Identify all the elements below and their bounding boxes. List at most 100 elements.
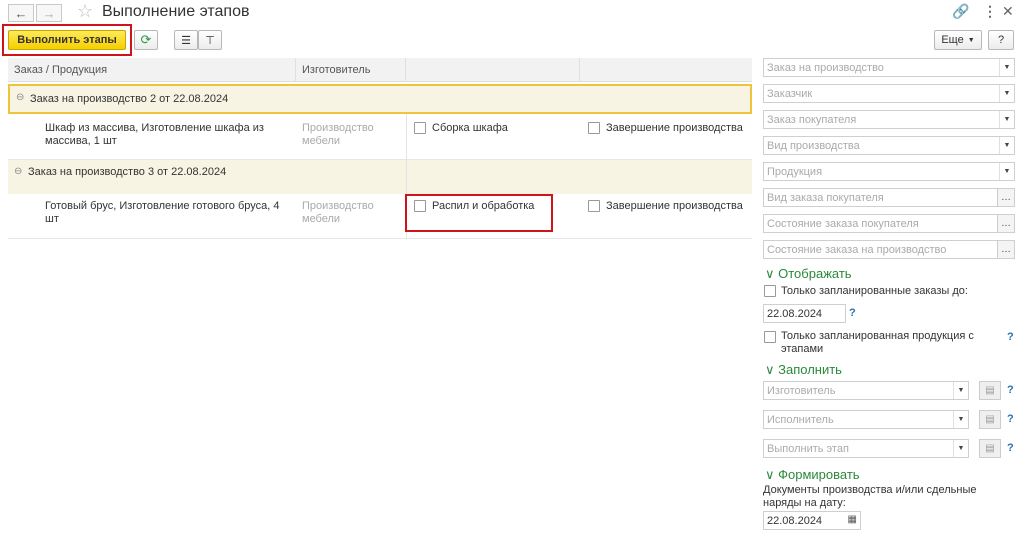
more-button[interactable]: Еще ▼ [934,30,982,50]
production-order-state-field[interactable]: Состояние заказа на производство … [763,240,1015,259]
placeholder: Выполнить этап [767,443,849,455]
product-select[interactable]: Продукция ▼ [763,162,1015,181]
help-icon[interactable]: ? [1007,384,1014,396]
placeholder: Вид производства [767,140,860,152]
group-row[interactable]: ⊖ Заказ на производство 2 от 22.08.2024 [8,84,752,114]
stage-label: Завершение производства [606,122,743,134]
column-header-order[interactable]: Заказ / Продукция [8,58,296,82]
calendar-icon[interactable]: ▦ [848,514,857,525]
section-title: Формировать [778,467,860,482]
fill-column-icon: ▤ [985,385,995,396]
chevron-down-icon[interactable]: ▼ [999,163,1014,180]
fill-section-header[interactable]: ∨ Заполнить [765,362,842,378]
only-planned-orders-label: Только запланированные заказы до: [781,285,968,297]
expand-all-button[interactable]: ☰ [174,30,198,50]
help-icon[interactable]: ? [1007,442,1014,454]
link-icon[interactable]: 🔗 [952,3,969,20]
refresh-icon: ⟳ [140,32,152,47]
forward-button[interactable]: → [36,4,62,22]
chevron-down-icon[interactable]: ▼ [953,382,968,399]
chevron-down-icon[interactable]: ▼ [999,85,1014,102]
placeholder: Изготовитель [767,385,836,397]
placeholder: Исполнитель [767,414,834,426]
collapse-toggle-icon[interactable]: ⊖ [16,92,24,103]
group-row[interactable]: ⊖ Заказ на производство 3 от 22.08.2024 [8,160,752,194]
placeholder: Заказчик [767,88,813,100]
placeholder: Вид заказа покупателя [767,192,884,204]
chevron-down-icon[interactable]: ▼ [999,111,1014,128]
stage-checkbox[interactable] [414,122,426,134]
more-label: Еще [941,34,964,46]
only-planned-products-label: Только запланированная продукция с этапа… [781,330,974,355]
only-planned-products-checkbox[interactable] [764,331,776,343]
fill-column-icon: ▤ [985,414,995,425]
group-title: Заказ на производство 3 от 22.08.2024 [28,166,227,178]
production-type-select[interactable]: Вид производства ▼ [763,136,1015,155]
apply-maker-button[interactable]: ▤ [979,381,1001,400]
product-cell: Шкаф из массива, Изготовление шкафа из м… [45,122,264,147]
back-button[interactable]: ← [8,4,34,22]
customer-order-select[interactable]: Заказ покупателя ▼ [763,110,1015,129]
form-section-header[interactable]: ∨ Формировать [765,467,860,483]
chevron-down-icon: ∨ [765,362,775,377]
stage-label: Завершение производства [606,200,743,212]
product-cell: Готовый брус, Изготовление готового брус… [45,200,280,225]
apply-executor-button[interactable]: ▤ [979,410,1001,429]
table-row[interactable]: Шкаф из массива, Изготовление шкафа из м… [8,114,752,160]
chevron-down-icon: ∨ [765,266,775,281]
table-row[interactable]: Готовый брус, Изготовление готового брус… [8,194,752,239]
chevron-down-icon[interactable]: ▼ [999,59,1014,76]
chevron-down-icon[interactable]: ▼ [953,411,968,428]
apply-stage-button[interactable]: ▤ [979,439,1001,458]
column-header-maker[interactable]: Изготовитель [296,58,406,82]
collapse-toggle-icon[interactable]: ⊖ [14,166,22,177]
maker-cell: Производство мебели [302,200,374,225]
planned-date-input[interactable]: 22.08.2024 [763,304,846,323]
collapse-all-button[interactable]: ⊤ [198,30,222,50]
close-icon[interactable]: ✕ [1002,3,1014,20]
help-icon[interactable]: ? [1007,331,1014,343]
date-value: 22.08.2024 [767,308,823,320]
section-title: Заполнить [778,362,842,377]
arrow-left-icon: ← [14,5,28,21]
stage-checkbox[interactable] [588,200,600,212]
column-header-stage2[interactable] [580,58,752,82]
form-description: Документы производства и/или сдельные на… [763,484,977,509]
section-title: Отображать [778,266,852,281]
executor-select[interactable]: Исполнитель ▼ [763,410,969,429]
customer-order-type-field[interactable]: Вид заказа покупателя … [763,188,1015,207]
ellipsis-icon[interactable]: … [997,241,1014,258]
list-collapse-icon: ⊤ [205,34,215,47]
placeholder: Состояние заказа покупателя [767,218,919,230]
refresh-button[interactable]: ⟳ [134,30,158,50]
maker-select[interactable]: Изготовитель ▼ [763,381,969,400]
display-section-header[interactable]: ∨ Отображать [765,266,852,282]
help-icon[interactable]: ? [849,307,856,319]
favorite-star-icon[interactable]: ☆ [77,1,93,22]
customer-order-state-field[interactable]: Состояние заказа покупателя … [763,214,1015,233]
help-icon[interactable]: ? [1007,413,1014,425]
more-vertical-icon[interactable]: ⋮ [983,3,997,20]
placeholder: Заказ на производство [767,62,884,74]
column-header-stage1[interactable] [406,58,580,82]
chevron-down-icon[interactable]: ▼ [999,137,1014,154]
ellipsis-icon[interactable]: … [997,189,1014,206]
placeholder: Продукция [767,166,823,178]
customer-select[interactable]: Заказчик ▼ [763,84,1015,103]
table-header: Заказ / Продукция Изготовитель [8,58,752,82]
highlight-frame [2,24,132,56]
list-expand-icon: ☰ [181,34,191,47]
ellipsis-icon[interactable]: … [997,215,1014,232]
help-button[interactable]: ? [988,30,1014,50]
placeholder: Заказ покупателя [767,114,857,126]
chevron-down-icon: ∨ [765,467,775,482]
chevron-down-icon[interactable]: ▼ [953,440,968,457]
only-planned-orders-checkbox[interactable] [764,285,776,297]
production-order-select[interactable]: Заказ на производство ▼ [763,58,1015,77]
execute-stage-select[interactable]: Выполнить этап ▼ [763,439,969,458]
form-date-input[interactable]: 22.08.2024 ▦ [763,511,861,530]
date-value: 22.08.2024 [767,515,823,527]
window-title: Выполнение этапов [102,3,250,20]
stage-checkbox[interactable] [588,122,600,134]
highlight-frame [405,194,553,232]
